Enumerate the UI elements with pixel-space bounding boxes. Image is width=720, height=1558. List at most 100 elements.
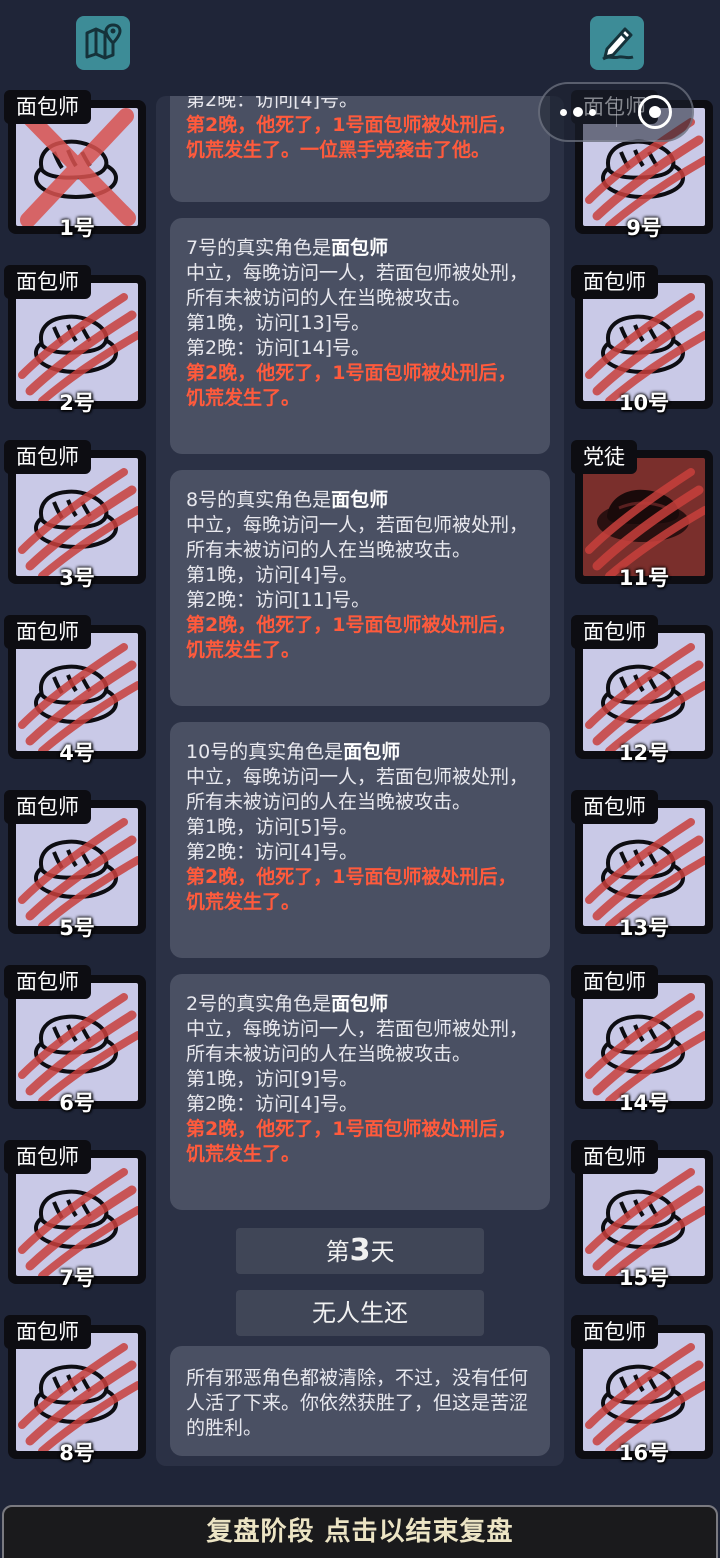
player-card[interactable]: 面包师 12号 bbox=[567, 615, 713, 765]
log-night2: 第2晚：访问[14]号。 bbox=[186, 337, 371, 359]
player-card[interactable]: 面包师 14号 bbox=[567, 965, 713, 1115]
player-role-label: 面包师 bbox=[571, 965, 658, 999]
log-death-line: 第2晚，他死了，1号面包师被处刑后，饥荒发生了。 bbox=[186, 1118, 517, 1165]
player-role-label: 面包师 bbox=[571, 1140, 658, 1174]
player-number: 5号 bbox=[59, 916, 95, 940]
player-number: 6号 bbox=[59, 1091, 95, 1115]
bread-icon bbox=[583, 1333, 705, 1451]
player-card[interactable]: 面包师 4号 bbox=[0, 615, 146, 765]
log-role-desc: 中立，每晚访问一人，若面包师被处刑，所有未被访问的人在当晚被攻击。 bbox=[186, 262, 529, 309]
log-role-reveal: 10号的真实角色是面包师 bbox=[186, 741, 401, 763]
bread-icon bbox=[16, 283, 138, 401]
log-night1: 第1晚，访问[13]号。 bbox=[186, 312, 371, 334]
player-card[interactable]: 面包师 3号 bbox=[0, 440, 146, 590]
player-number: 9号 bbox=[626, 216, 662, 240]
log-role-reveal: 8号的真实角色是面包师 bbox=[186, 489, 389, 511]
player-card[interactable]: 面包师 13号 bbox=[567, 790, 713, 940]
miniprogram-capsule bbox=[538, 82, 694, 142]
bread-icon bbox=[583, 283, 705, 401]
player-number: 3号 bbox=[59, 566, 95, 590]
player-role-label: 面包师 bbox=[4, 965, 91, 999]
bread-icon bbox=[583, 983, 705, 1101]
player-role-label: 面包师 bbox=[4, 90, 91, 124]
player-number: 2号 bbox=[59, 391, 95, 415]
player-number: 15号 bbox=[618, 1266, 670, 1290]
bread-icon bbox=[583, 633, 705, 751]
log-death-line: 第2晚，他死了，1号面包师被处刑后，饥荒发生了。 bbox=[186, 866, 517, 913]
end-review-button[interactable]: 复盘阶段 点击以结束复盘 bbox=[2, 1505, 718, 1558]
cultist-hat-icon bbox=[583, 458, 705, 576]
log-role-desc: 中立，每晚访问一人，若面包师被处刑，所有未被访问的人在当晚被攻击。 bbox=[186, 514, 529, 561]
log-role-reveal: 7号的真实角色是面包师 bbox=[186, 237, 389, 259]
log-night2: 第2晚：访问[11]号。 bbox=[186, 589, 371, 611]
player-number: 13号 bbox=[618, 916, 670, 940]
player-number: 1号 bbox=[59, 216, 95, 240]
pencil-edit-icon bbox=[597, 21, 637, 65]
day-label: 第3天 bbox=[236, 1228, 484, 1274]
result-label: 无人生还 bbox=[236, 1290, 484, 1336]
log-role-desc: 中立，每晚访问一人，若面包师被处刑，所有未被访问的人在当晚被攻击。 bbox=[186, 1018, 529, 1065]
log-role-reveal: 2号的真实角色是面包师 bbox=[186, 993, 389, 1015]
player-card[interactable]: 面包师 15号 bbox=[567, 1140, 713, 1290]
player-card[interactable]: 面包师 16号 bbox=[567, 1315, 713, 1465]
log-night1: 第1晚，访问[4]号。 bbox=[186, 564, 359, 586]
player-number: 8号 bbox=[59, 1441, 95, 1465]
more-menu-icon[interactable] bbox=[540, 107, 616, 117]
bread-icon bbox=[16, 808, 138, 926]
player-role-label: 面包师 bbox=[571, 615, 658, 649]
log-night1: 第1晚，访问[5]号。 bbox=[186, 816, 359, 838]
player-card[interactable]: 面包师 6号 bbox=[0, 965, 146, 1115]
log-death-line: 第2晚，他死了，1号面包师被处刑后，饥荒发生了。一位黑手党袭击了他。 bbox=[186, 114, 517, 161]
log-entry: 8号的真实角色是面包师 中立，每晚访问一人，若面包师被处刑，所有未被访问的人在当… bbox=[170, 470, 550, 706]
player-role-label: 面包师 bbox=[4, 790, 91, 824]
player-role-label: 面包师 bbox=[571, 265, 658, 299]
player-card[interactable]: 面包师 10号 bbox=[567, 265, 713, 415]
bread-icon bbox=[16, 108, 138, 226]
map-button[interactable] bbox=[76, 16, 130, 70]
player-role-label: 面包师 bbox=[571, 1315, 658, 1349]
player-card[interactable]: 面包师 7号 bbox=[0, 1140, 146, 1290]
player-number: 11号 bbox=[618, 566, 670, 590]
bread-icon bbox=[16, 633, 138, 751]
player-number: 14号 bbox=[618, 1091, 670, 1115]
log-night2: 第2晚：访问[4]号。 bbox=[186, 1093, 359, 1115]
bread-icon bbox=[583, 808, 705, 926]
player-card[interactable]: 面包师 1号 bbox=[0, 90, 146, 240]
player-card[interactable]: 面包师 2号 bbox=[0, 265, 146, 415]
log-night2: 第2晚：访问[4]号。 bbox=[186, 841, 359, 863]
log-night-line: 第2晚：访问[4]号。 bbox=[186, 96, 359, 111]
player-role-label: 面包师 bbox=[571, 790, 658, 824]
player-card[interactable]: 面包师 8号 bbox=[0, 1315, 146, 1465]
player-number: 7号 bbox=[59, 1266, 95, 1290]
log-entry-partial: 第2晚：访问[4]号。 第2晚，他死了，1号面包师被处刑后，饥荒发生了。一位黑手… bbox=[170, 96, 550, 202]
log-death-line: 第2晚，他死了，1号面包师被处刑后，饥荒发生了。 bbox=[186, 614, 517, 661]
bread-icon bbox=[16, 1158, 138, 1276]
player-role-label: 党徒 bbox=[571, 440, 637, 474]
player-role-label: 面包师 bbox=[4, 615, 91, 649]
bread-icon bbox=[16, 1333, 138, 1451]
player-number: 10号 bbox=[618, 391, 670, 415]
log-death-line: 第2晚，他死了，1号面包师被处刑后，饥荒发生了。 bbox=[186, 362, 517, 409]
player-role-label: 面包师 bbox=[4, 265, 91, 299]
player-role-label: 面包师 bbox=[4, 440, 91, 474]
summary-box: 所有邪恶角色都被清除，不过，没有任何人活了下来。你依然获胜了，但这是苦涩的胜利。 bbox=[170, 1346, 550, 1456]
player-number: 12号 bbox=[618, 741, 670, 765]
log-role-desc: 中立，每晚访问一人，若面包师被处刑，所有未被访问的人在当晚被攻击。 bbox=[186, 766, 529, 813]
player-role-label: 面包师 bbox=[4, 1140, 91, 1174]
map-pin-icon bbox=[83, 21, 123, 65]
player-card[interactable]: 面包师 5号 bbox=[0, 790, 146, 940]
player-number: 16号 bbox=[618, 1441, 670, 1465]
log-entry: 7号的真实角色是面包师 中立，每晚访问一人，若面包师被处刑，所有未被访问的人在当… bbox=[170, 218, 550, 454]
game-log-panel[interactable]: 第2晚：访问[4]号。 第2晚，他死了，1号面包师被处刑后，饥荒发生了。一位黑手… bbox=[156, 96, 564, 1466]
edit-button[interactable] bbox=[590, 16, 644, 70]
log-entry: 10号的真实角色是面包师 中立，每晚访问一人，若面包师被处刑，所有未被访问的人在… bbox=[170, 722, 550, 958]
close-target-icon[interactable] bbox=[617, 95, 692, 129]
player-number: 4号 bbox=[59, 741, 95, 765]
bread-icon bbox=[583, 1158, 705, 1276]
player-role-label: 面包师 bbox=[4, 1315, 91, 1349]
bread-icon bbox=[16, 983, 138, 1101]
player-card[interactable]: 党徒 11号 bbox=[567, 440, 713, 590]
log-night1: 第1晚，访问[9]号。 bbox=[186, 1068, 359, 1090]
log-entry: 2号的真实角色是面包师 中立，每晚访问一人，若面包师被处刑，所有未被访问的人在当… bbox=[170, 974, 550, 1210]
bread-icon bbox=[16, 458, 138, 576]
